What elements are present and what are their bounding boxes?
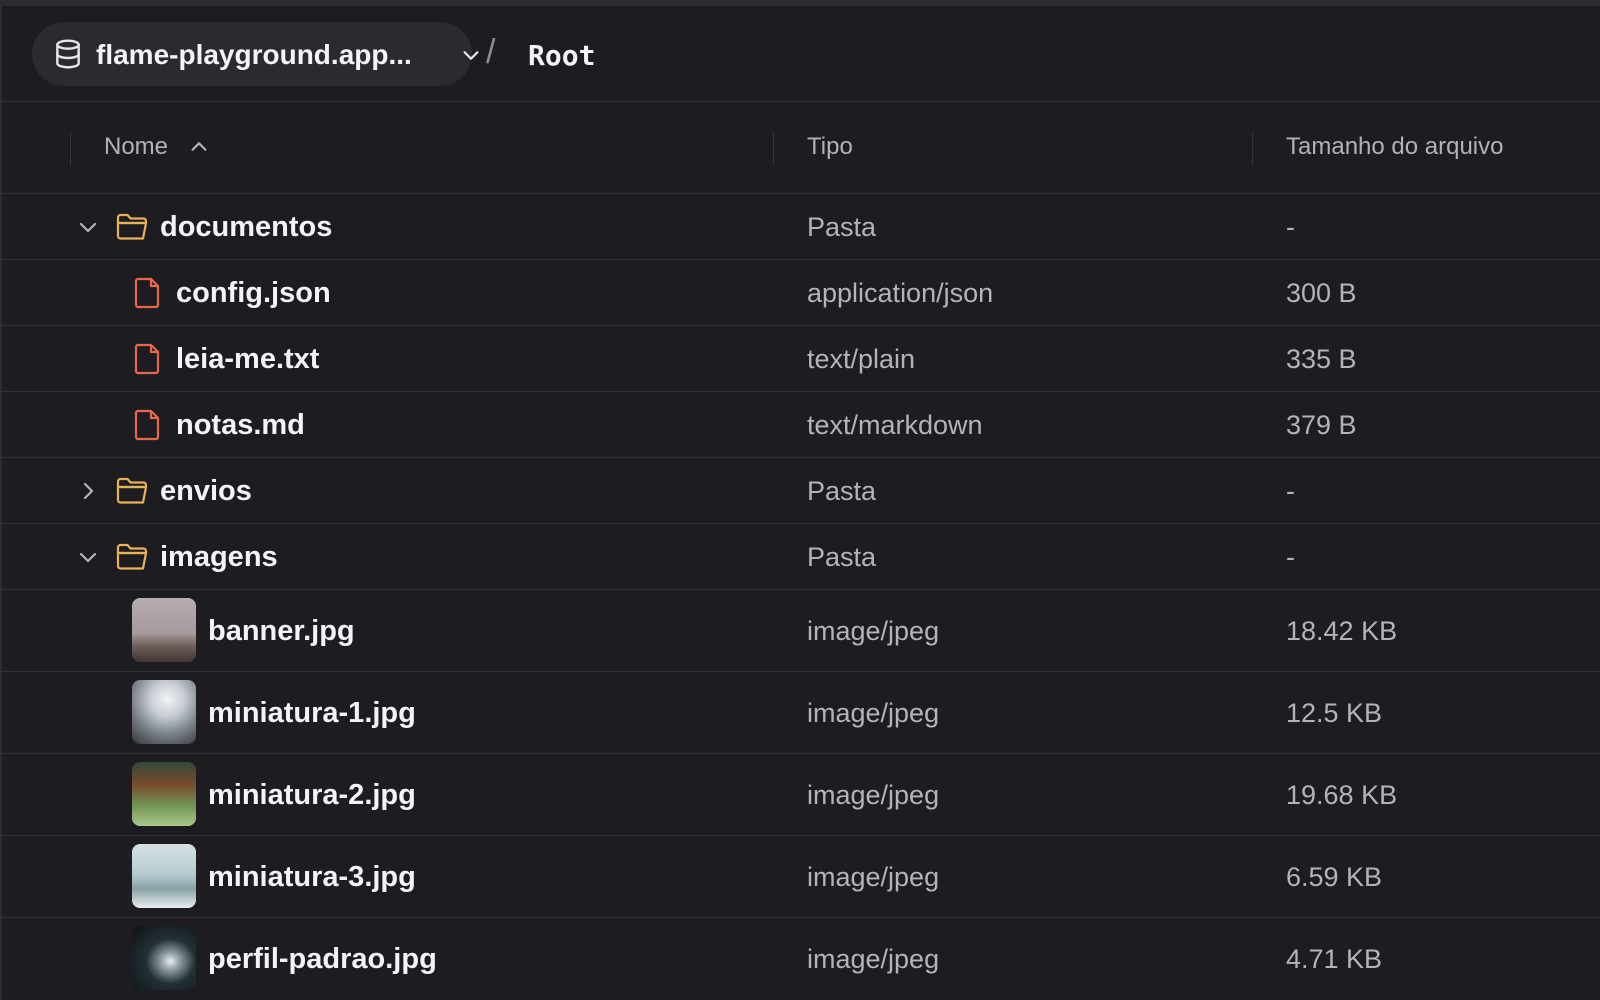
row-type: image/jpeg [807, 944, 940, 974]
table-row[interactable]: banner.jpg image/jpeg 18.42 KB [0, 590, 1600, 672]
chevron-right-icon[interactable] [76, 479, 100, 503]
file-icon [134, 343, 160, 375]
row-size: 18.42 KB [1286, 616, 1398, 646]
breadcrumb: flame-playground.app... / Root [0, 6, 1600, 102]
file-icon [134, 277, 160, 309]
row-name: notas.md [176, 409, 305, 441]
row-name: banner.jpg [208, 615, 355, 647]
table-row[interactable]: miniatura-1.jpg image/jpeg 12.5 KB [0, 672, 1600, 754]
sort-ascending-icon[interactable] [188, 136, 210, 158]
table-row[interactable]: envios Pasta - [0, 458, 1600, 524]
row-size: 335 B [1286, 344, 1357, 374]
row-size: 379 B [1286, 410, 1357, 440]
row-type: image/jpeg [807, 862, 940, 892]
image-thumbnail [132, 926, 196, 990]
database-icon [56, 39, 80, 69]
row-name: miniatura-1.jpg [208, 697, 416, 729]
row-size: 6.59 KB [1286, 862, 1383, 892]
row-size: - [1286, 212, 1295, 242]
row-name: imagens [160, 541, 278, 573]
row-type: image/jpeg [807, 698, 940, 728]
row-type: Pasta [807, 542, 877, 572]
column-divider [1252, 132, 1253, 166]
row-size: 300 B [1286, 278, 1357, 308]
image-thumbnail [132, 680, 196, 744]
column-divider [773, 132, 774, 166]
folder-icon [116, 543, 148, 570]
bucket-selector[interactable]: flame-playground.app... [32, 22, 479, 86]
row-size: - [1286, 476, 1295, 506]
chevron-down-icon[interactable] [76, 545, 100, 569]
chevron-down-icon [463, 51, 479, 60]
image-thumbnail [132, 762, 196, 826]
row-name: envios [160, 475, 252, 507]
column-header-size[interactable]: Tamanho do arquivo [1286, 133, 1503, 161]
table-row[interactable]: config.json application/json 300 B [0, 260, 1600, 326]
row-name: documentos [160, 211, 333, 243]
table-row[interactable]: perfil-padrao.jpg image/jpeg 4.71 KB [0, 918, 1600, 1000]
breadcrumb-current[interactable]: Root [528, 39, 595, 72]
row-name: config.json [176, 277, 331, 309]
row-name: miniatura-2.jpg [208, 779, 416, 811]
table-row[interactable]: miniatura-2.jpg image/jpeg 19.68 KB [0, 754, 1600, 836]
column-header-type[interactable]: Tipo [807, 133, 853, 161]
folder-icon [116, 477, 148, 504]
column-header-name[interactable]: Nome [104, 133, 168, 161]
row-name: miniatura-3.jpg [208, 861, 416, 893]
row-type: Pasta [807, 212, 877, 242]
table-row[interactable]: imagens Pasta - [0, 524, 1600, 590]
row-type: image/jpeg [807, 780, 940, 810]
table-row[interactable]: miniatura-3.jpg image/jpeg 6.59 KB [0, 836, 1600, 918]
image-thumbnail [132, 844, 196, 908]
row-size: 19.68 KB [1286, 780, 1398, 810]
row-name: perfil-padrao.jpg [208, 943, 437, 975]
table-row[interactable]: leia-me.txt text/plain 335 B [0, 326, 1600, 392]
table-row[interactable]: notas.md text/markdown 379 B [0, 392, 1600, 458]
folder-icon [116, 213, 148, 240]
row-size: 12.5 KB [1286, 698, 1383, 728]
row-name: leia-me.txt [176, 343, 320, 375]
breadcrumb-separator: / [486, 33, 496, 71]
column-divider [70, 132, 71, 166]
row-type: text/plain [807, 344, 916, 374]
row-type: application/json [807, 278, 994, 308]
row-type: image/jpeg [807, 616, 940, 646]
row-size: 4.71 KB [1286, 944, 1383, 974]
row-type: text/markdown [807, 410, 983, 440]
table-header: Nome Tipo Tamanho do arquivo [0, 102, 1600, 194]
bucket-name: flame-playground.app... [96, 39, 412, 70]
chevron-down-icon[interactable] [76, 215, 100, 239]
row-type: Pasta [807, 476, 877, 506]
image-thumbnail [132, 598, 196, 662]
file-icon [134, 409, 160, 441]
row-size: - [1286, 542, 1295, 572]
table-row[interactable]: documentos Pasta - [0, 194, 1600, 260]
